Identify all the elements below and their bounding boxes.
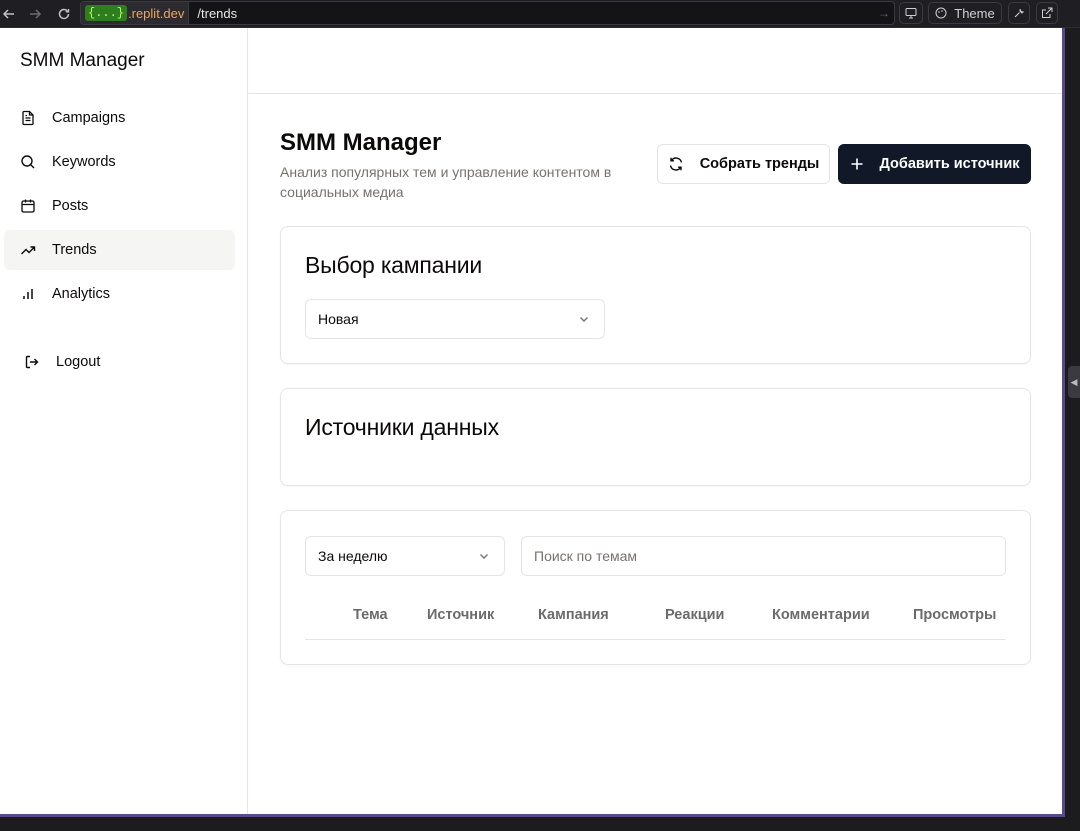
page-subtitle: Анализ популярных тем и управление конте…	[280, 164, 612, 200]
browser-toolbar: {...} .replit.dev /trends → Theme	[0, 0, 1080, 28]
url-path: /trends	[197, 5, 238, 21]
sidebar-item-posts[interactable]: Posts	[4, 186, 235, 226]
address-bar[interactable]: {...} .replit.dev /trends →	[80, 1, 895, 25]
external-link-icon	[1042, 7, 1053, 18]
trending-up-icon	[20, 242, 36, 258]
collect-trends-label: Собрать тренды	[699, 156, 820, 172]
search-icon	[20, 154, 36, 170]
url-host-badge: {...}	[85, 5, 128, 21]
sidebar-item-trends[interactable]: Trends	[4, 230, 235, 270]
wrench-icon	[1014, 8, 1025, 18]
sidebar-item-label: Keywords	[52, 154, 116, 170]
panel-collapse-handle[interactable]: ◀	[1068, 366, 1080, 398]
arrow-right-icon	[30, 9, 42, 19]
add-source-label: Добавить источник	[879, 156, 1020, 172]
palette-icon	[935, 7, 947, 19]
sidebar: SMM Manager Campaigns Keywords Posts Tre…	[0, 28, 248, 814]
sidebar-brand: SMM Manager	[20, 50, 145, 71]
campaign-card: Выбор кампании Новая	[280, 226, 1031, 364]
tools-button[interactable]	[1008, 2, 1030, 24]
url-domain: .replit.dev	[128, 5, 185, 21]
calendar-icon	[20, 198, 36, 214]
app-window: SMM Manager Campaigns Keywords Posts Tre…	[0, 28, 1065, 817]
period-select-value: За неделю	[318, 548, 388, 564]
go-arrow-icon[interactable]: →	[874, 6, 894, 20]
chevron-down-icon	[480, 554, 488, 559]
sidebar-item-label: Trends	[52, 242, 97, 258]
topic-search-input[interactable]	[521, 536, 1006, 576]
campaign-select[interactable]: Новая	[305, 299, 605, 339]
collect-trends-button[interactable]: Собрать тренды	[657, 144, 830, 184]
theme-button[interactable]: Theme	[928, 2, 1002, 24]
sidebar-item-keywords[interactable]: Keywords	[4, 142, 235, 182]
column-header-reactions[interactable]: Реакции	[665, 607, 724, 623]
open-external-button[interactable]	[1036, 2, 1058, 24]
reload-button[interactable]	[51, 1, 77, 27]
reload-icon	[58, 8, 70, 20]
back-button[interactable]	[0, 1, 22, 27]
file-text-icon	[20, 110, 36, 126]
devtools-button[interactable]	[899, 2, 923, 24]
sidebar-item-label: Posts	[52, 198, 89, 214]
page-title: SMM Manager	[280, 129, 442, 156]
sidebar-item-campaigns[interactable]: Campaigns	[4, 98, 235, 138]
logout-button[interactable]: Logout	[24, 354, 100, 370]
table-header-divider	[305, 639, 1006, 640]
refresh-icon	[668, 156, 684, 172]
sidebar-item-label: Analytics	[52, 286, 111, 302]
column-header-views[interactable]: Просмотры	[913, 607, 996, 623]
campaign-select-value: Новая	[318, 311, 359, 327]
column-header-comments[interactable]: Комментарии	[772, 607, 870, 623]
column-header-campaign[interactable]: Кампания	[538, 607, 609, 623]
theme-label: Theme	[954, 5, 995, 21]
chevron-down-icon	[580, 317, 588, 322]
add-source-button[interactable]: Добавить источник	[838, 144, 1031, 184]
arrow-left-icon	[2, 9, 14, 19]
column-header-source[interactable]: Источник	[427, 607, 494, 623]
data-sources-title: Источники данных	[305, 414, 499, 440]
plus-icon	[850, 157, 864, 171]
sidebar-item-analytics[interactable]: Analytics	[4, 274, 235, 314]
monitor-icon	[905, 8, 917, 19]
trends-card: За неделю Тема Источник Кампания Реакции…	[280, 510, 1031, 665]
top-header	[248, 28, 1062, 94]
sidebar-item-label: Campaigns	[52, 110, 126, 126]
log-out-icon	[24, 354, 40, 370]
logout-label: Logout	[56, 354, 101, 370]
column-header-topic[interactable]: Тема	[353, 607, 388, 623]
bar-chart-icon	[20, 286, 36, 302]
url-host: {...} .replit.dev	[81, 2, 190, 24]
period-select[interactable]: За неделю	[305, 536, 505, 576]
data-sources-card: Источники данных	[280, 388, 1031, 486]
forward-button[interactable]	[22, 1, 48, 27]
campaign-card-title: Выбор кампании	[305, 252, 483, 278]
